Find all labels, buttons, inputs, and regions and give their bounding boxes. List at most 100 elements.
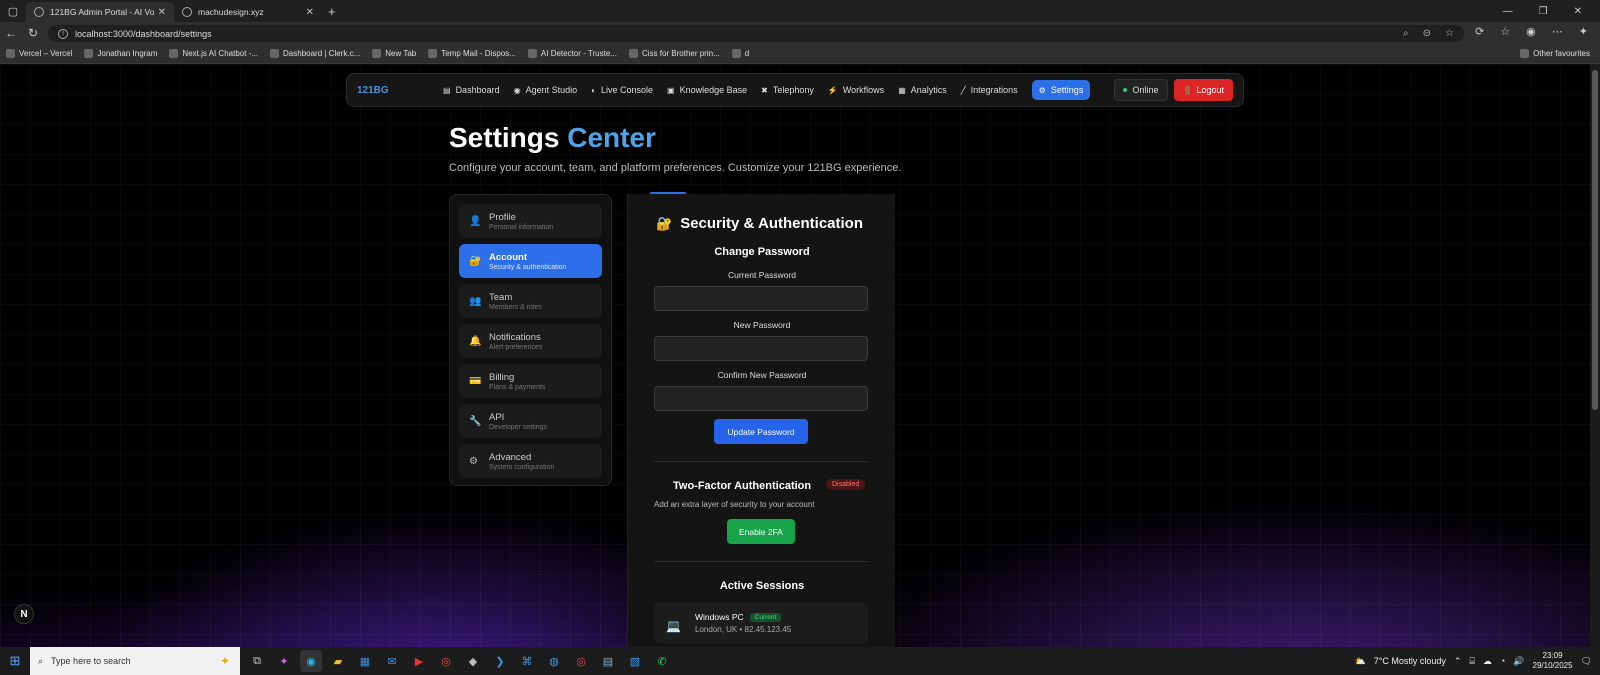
update-password-button[interactable]: Update Password: [714, 419, 808, 444]
chrome-icon[interactable]: ◎: [435, 650, 457, 672]
sidebar-item-billing[interactable]: 💳 Billing Plans & payments: [459, 364, 602, 398]
edge-icon[interactable]: ◉: [300, 650, 322, 672]
app-icon[interactable]: ▤: [597, 650, 619, 672]
sidebar-item-advanced[interactable]: ⚙ Advanced System configuration: [459, 444, 602, 478]
nav-item-integrations[interactable]: ╱ Integrations: [961, 85, 1018, 95]
sidebar-toggle-icon[interactable]: ▢: [0, 0, 26, 22]
current-password-input[interactable]: [654, 286, 868, 311]
bookmark-item[interactable]: AI Detector - Truste...: [527, 49, 617, 58]
mail-icon[interactable]: ✉: [381, 650, 403, 672]
bookmark-item[interactable]: New Tab: [372, 49, 416, 58]
app-logo[interactable]: 121BG: [357, 85, 437, 96]
nav-item-live-console[interactable]: ◐ Live Console: [591, 85, 653, 95]
bookmark-item[interactable]: d: [731, 49, 749, 58]
bookmark-icon: [169, 49, 179, 58]
bookmark-icon: [6, 49, 15, 58]
weather-icon[interactable]: ⛅: [1355, 656, 1366, 667]
app-icon[interactable]: ◍: [543, 650, 565, 672]
sidebar-item-account[interactable]: 🔐 Account Security & authentication: [459, 244, 602, 278]
nav-item-telephony[interactable]: ✖ Telephony: [761, 85, 814, 95]
more-menu-icon[interactable]: ⋯: [1552, 25, 1563, 38]
nextjs-dev-indicator[interactable]: N: [14, 604, 34, 624]
vscode-icon[interactable]: ⌘: [516, 650, 538, 672]
enable-2fa-button[interactable]: Enable 2FA: [727, 519, 795, 544]
bookmark-item[interactable]: Next.js AI Chatbot -...: [169, 49, 258, 58]
volume-icon[interactable]: 🔊: [1513, 656, 1524, 667]
nav-item-workflows[interactable]: ⚡ Workflows: [828, 85, 884, 95]
nav-item-dashboard[interactable]: ▤ Dashboard: [443, 85, 500, 95]
analytics-icon: ▦: [898, 85, 906, 95]
confirm-password-label: Confirm New Password: [717, 370, 807, 380]
sidebar-item-team[interactable]: 👥 Team Members & roles: [459, 284, 602, 318]
bolt-icon: ⚡: [827, 85, 838, 95]
taskbar-search-input[interactable]: ⌕ Type here to search: [30, 647, 210, 675]
browser-tab-active[interactable]: 121BG Admin Portal - AI Voice Ag ✕: [26, 2, 174, 22]
close-tab-icon[interactable]: ✕: [158, 7, 166, 18]
clock[interactable]: 23:09 29/10/2025: [1533, 651, 1573, 671]
session-device: Windows PC Current: [695, 612, 782, 622]
logout-button[interactable]: 🚪 Logout: [1173, 79, 1233, 101]
weather-text[interactable]: 7°C Mostly cloudy: [1374, 656, 1446, 666]
app-icon[interactable]: ◆: [462, 650, 484, 672]
youtube-icon[interactable]: ▶: [408, 650, 430, 672]
sidebar-item-notifications[interactable]: 🔔 Notifications Alert preferences: [459, 324, 602, 358]
chrome-icon[interactable]: ◎: [570, 650, 592, 672]
minimize-icon[interactable]: —: [1503, 6, 1513, 17]
close-tab-icon[interactable]: ✕: [306, 7, 314, 18]
team-icon: 👥: [469, 295, 482, 307]
scroll-thumb[interactable]: [1592, 70, 1598, 410]
favorites-icon[interactable]: ☆: [1500, 25, 1510, 38]
bookmarks-bar: Vercel – Vercel Jonathan Ingram Next.js …: [0, 44, 1600, 64]
restore-icon[interactable]: ❐: [1539, 6, 1548, 17]
favorite-star-icon[interactable]: ☆: [1445, 28, 1454, 39]
bookmark-item[interactable]: Temp Mail - Dispos...: [428, 49, 516, 58]
cloud-icon[interactable]: ☁: [1483, 656, 1492, 667]
copilot-app-icon[interactable]: ✦: [273, 650, 295, 672]
windows-start-icon[interactable]: ⊞: [0, 647, 30, 675]
close-window-icon[interactable]: ✕: [1574, 6, 1582, 17]
copilot-icon[interactable]: ✦: [1579, 25, 1588, 38]
nav-item-analytics[interactable]: ▦ Analytics: [898, 85, 947, 95]
folder-icon: [1520, 49, 1530, 58]
refresh-icon[interactable]: ↻: [22, 26, 44, 40]
bookmark-item[interactable]: Ciss for Brother prin...: [628, 49, 720, 58]
sidebar-item-desc: Plans & payments: [489, 383, 546, 391]
sidebar-item-api[interactable]: 🔧 API Developer settings: [459, 404, 602, 438]
task-view-icon[interactable]: ⧉: [246, 650, 268, 672]
nav-item-settings[interactable]: ⚙ Settings: [1031, 80, 1091, 100]
confirm-password-input[interactable]: [654, 386, 868, 411]
bookmark-item[interactable]: Vercel – Vercel: [6, 49, 72, 58]
active-sessions-heading: Active Sessions: [719, 580, 805, 592]
notifications-icon[interactable]: 🗨: [1581, 656, 1592, 667]
bookmark-item[interactable]: Dashboard | Clerk.c...: [270, 49, 360, 58]
profile-icon[interactable]: ◉: [1526, 25, 1536, 38]
sidebar-item-desc: Alert preferences: [489, 343, 543, 351]
browser-tab[interactable]: machudesign.xyz ✕: [174, 2, 322, 22]
sidebar-item-profile[interactable]: 👤 Profile Personal information: [459, 204, 602, 238]
search-highlight-icon[interactable]: ✦: [210, 647, 240, 675]
sync-icon[interactable]: ⟳: [1475, 25, 1484, 38]
bookmark-item[interactable]: Jonathan Ingram: [84, 49, 157, 58]
whatsapp-icon[interactable]: ✆: [651, 650, 673, 672]
site-info-icon[interactable]: i: [58, 28, 68, 39]
nav-item-knowledge-base[interactable]: ▣ Knowledge Base: [667, 85, 747, 95]
page-title: Settings Center: [449, 122, 656, 153]
tracking-icon[interactable]: ⊝: [1423, 28, 1431, 39]
url-input[interactable]: i localhost:3000/dashboard/settings ⌕ ⊝ …: [48, 25, 1464, 42]
file-explorer-icon[interactable]: ▰: [327, 650, 349, 672]
nav-items: ▤ Dashboard ◉ Agent Studio ◐ Live Console ▣ Kno…: [443, 80, 1091, 100]
app-icon[interactable]: ▧: [624, 650, 646, 672]
new-tab-button[interactable]: +: [322, 4, 342, 19]
nav-item-agent-studio[interactable]: ◉ Agent Studio: [514, 85, 578, 95]
new-password-input[interactable]: [654, 336, 868, 361]
search-page-icon[interactable]: ⌕: [1403, 28, 1409, 39]
change-password-heading: Change Password: [714, 246, 810, 258]
wifi-icon[interactable]: ◔: [1500, 656, 1505, 666]
back-icon[interactable]: ←: [0, 26, 22, 40]
store-icon[interactable]: ▦: [354, 650, 376, 672]
tray-chevron-icon[interactable]: ⌃: [1454, 656, 1462, 667]
network-icon[interactable]: ⌸: [1469, 656, 1474, 667]
other-favourites[interactable]: Other favourites: [1520, 49, 1590, 58]
page-scrollbar[interactable]: [1590, 64, 1600, 647]
powershell-icon[interactable]: ❯: [489, 650, 511, 672]
